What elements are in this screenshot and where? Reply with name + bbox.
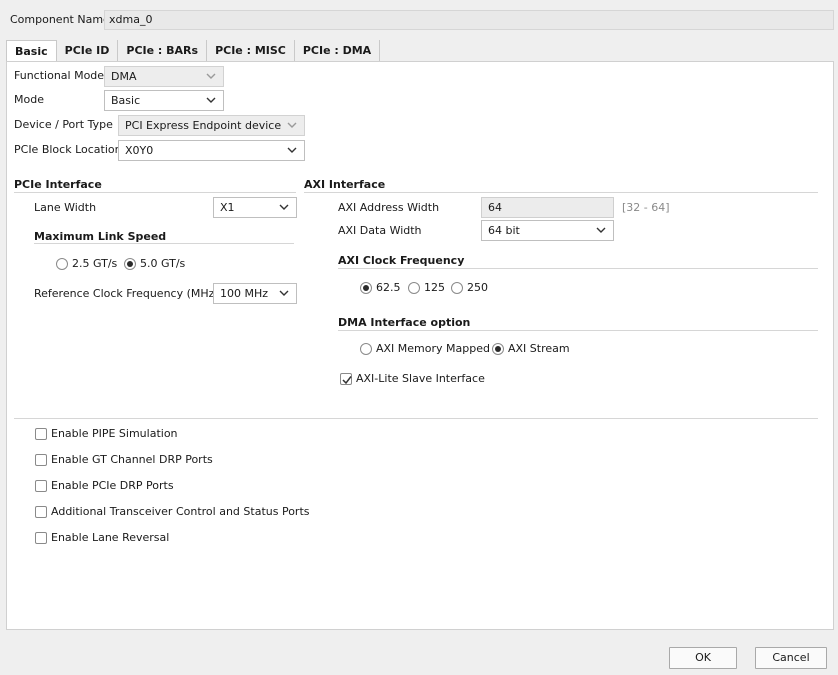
chevron-down-icon [279, 204, 289, 210]
functional-mode-select[interactable]: DMA [104, 66, 224, 87]
axi-address-width-range: [32 - 64] [622, 201, 670, 214]
enable-pipe-simulation-checkbox[interactable] [35, 428, 47, 440]
enable-lane-reversal-label: Enable Lane Reversal [51, 531, 170, 544]
enable-gt-channel-drp-checkbox[interactable] [35, 454, 47, 466]
device-port-type-select[interactable]: PCI Express Endpoint device [118, 115, 305, 136]
cancel-button[interactable]: Cancel [755, 647, 827, 669]
chevron-down-icon [287, 122, 297, 128]
axi-memory-mapped-label: AXI Memory Mapped [376, 342, 490, 355]
additional-transceiver-checkbox[interactable] [35, 506, 47, 518]
dma-interface-option-divider [338, 330, 818, 331]
axi-data-width-label: AXI Data Width [338, 224, 422, 237]
component-name-label: Component Name [10, 13, 110, 26]
chevron-down-icon [206, 73, 216, 79]
lane-width-value: X1 [220, 201, 235, 214]
ref-clock-label: Reference Clock Frequency (MHz) [34, 287, 219, 300]
ref-clock-select[interactable]: 100 MHz [213, 283, 297, 304]
tab-basic[interactable]: Basic [6, 40, 57, 61]
mode-label: Mode [14, 93, 44, 106]
link-speed-2-5-label: 2.5 GT/s [72, 257, 118, 270]
block-location-value: X0Y0 [125, 144, 154, 157]
axi-stream-radio[interactable] [492, 343, 504, 355]
ok-button[interactable]: OK [669, 647, 737, 669]
enable-pcie-drp-checkbox[interactable] [35, 480, 47, 492]
enable-lane-reversal-checkbox[interactable] [35, 532, 47, 544]
tab-pcie-id[interactable]: PCIe ID [56, 40, 119, 61]
enable-pipe-simulation-label: Enable PIPE Simulation [51, 427, 178, 440]
chevron-down-icon [206, 97, 216, 103]
link-speed-5-0-radio[interactable] [124, 258, 136, 270]
link-speed-5-0-label: 5.0 GT/s [140, 257, 186, 270]
dma-interface-option-title: DMA Interface option [338, 316, 471, 329]
additional-transceiver-label: Additional Transceiver Control and Statu… [51, 505, 310, 518]
functional-mode-value: DMA [111, 70, 137, 83]
tab-pcie-dma[interactable]: PCIe : DMA [294, 40, 381, 61]
axi-lite-label: AXI-Lite Slave Interface [356, 372, 485, 385]
axi-data-width-value: 64 bit [488, 224, 520, 237]
axi-interface-title: AXI Interface [304, 178, 386, 191]
axi-data-width-select[interactable]: 64 bit [481, 220, 614, 241]
axi-clock-250-radio[interactable] [451, 282, 463, 294]
block-location-label: PCIe Block Location [14, 143, 122, 156]
pcie-interface-divider [14, 192, 296, 193]
functional-mode-label: Functional Mode [14, 69, 105, 82]
axi-clock-frequency-title: AXI Clock Frequency [338, 254, 465, 267]
lane-width-label: Lane Width [34, 201, 97, 214]
chevron-down-icon [596, 227, 606, 233]
axi-memory-mapped-radio[interactable] [360, 343, 372, 355]
axi-stream-label: AXI Stream [508, 342, 570, 355]
options-divider [14, 418, 818, 419]
pcie-interface-title: PCIe Interface [14, 178, 102, 191]
tab-bar: Basic PCIe ID PCIe : BARs PCIe : MISC PC… [6, 40, 381, 61]
chevron-down-icon [279, 290, 289, 296]
mode-value: Basic [111, 94, 141, 107]
device-port-type-value: PCI Express Endpoint device [125, 119, 282, 132]
ref-clock-value: 100 MHz [220, 287, 269, 300]
block-location-select[interactable]: X0Y0 [118, 140, 305, 161]
axi-clock-frequency-divider [338, 268, 818, 269]
axi-address-width-label: AXI Address Width [338, 201, 440, 214]
max-link-speed-divider [34, 243, 294, 244]
axi-clock-62-5-label: 62.5 [376, 281, 401, 294]
axi-clock-125-label: 125 [424, 281, 445, 294]
axi-lite-checkbox[interactable] [340, 373, 352, 385]
axi-address-width-field[interactable]: 64 [481, 197, 614, 218]
link-speed-2-5-radio[interactable] [56, 258, 68, 270]
enable-pcie-drp-label: Enable PCIe DRP Ports [51, 479, 174, 492]
axi-interface-divider [304, 192, 818, 193]
mode-select[interactable]: Basic [104, 90, 224, 111]
component-name-field[interactable]: xdma_0 [104, 10, 834, 30]
chevron-down-icon [287, 147, 297, 153]
tab-pcie-misc[interactable]: PCIe : MISC [207, 40, 295, 61]
lane-width-select[interactable]: X1 [213, 197, 297, 218]
axi-clock-62-5-radio[interactable] [360, 282, 372, 294]
tab-pcie-bars[interactable]: PCIe : BARs [118, 40, 208, 61]
axi-clock-250-label: 250 [467, 281, 488, 294]
enable-gt-channel-drp-label: Enable GT Channel DRP Ports [51, 453, 213, 466]
checkmark-icon [342, 376, 352, 385]
axi-clock-125-radio[interactable] [408, 282, 420, 294]
device-port-type-label: Device / Port Type [14, 118, 113, 131]
max-link-speed-title: Maximum Link Speed [34, 230, 167, 243]
